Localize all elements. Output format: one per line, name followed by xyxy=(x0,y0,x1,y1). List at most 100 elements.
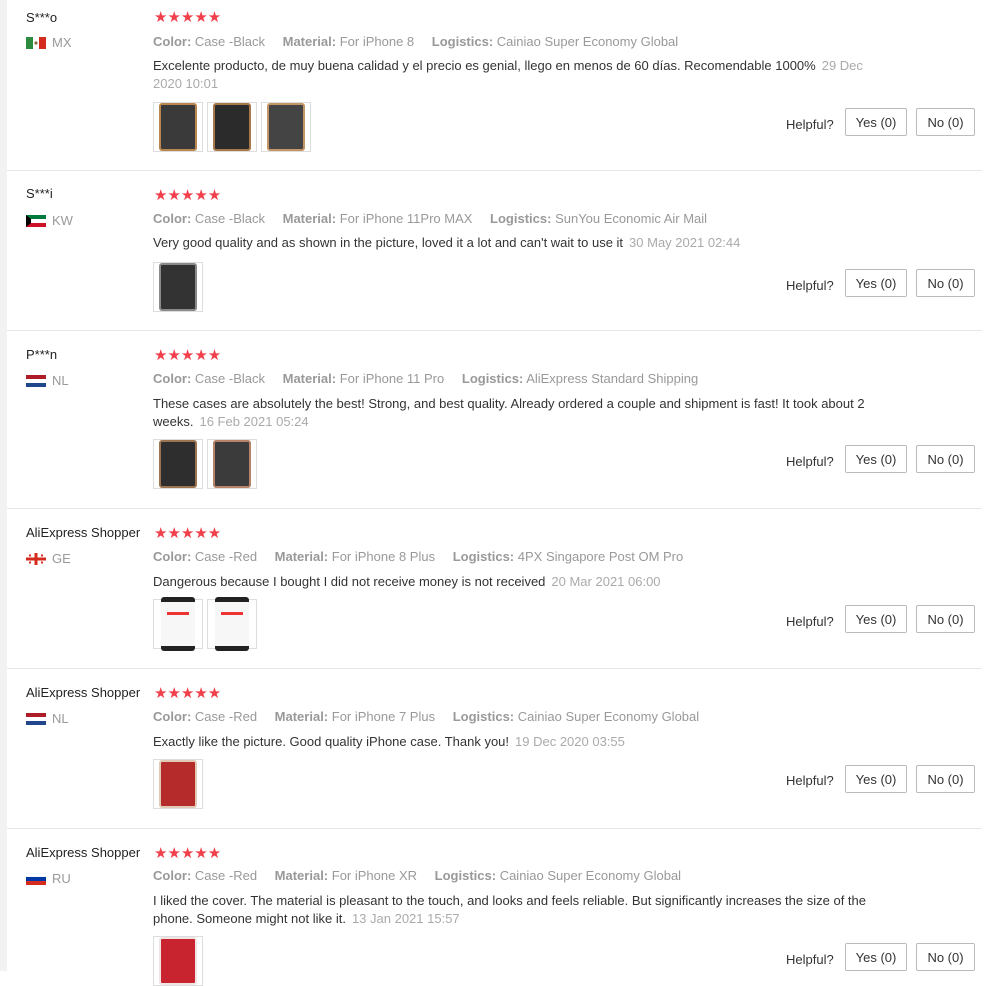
review-item: S***o MX ★★★★★ Color: Case -Black Materi… xyxy=(7,0,982,171)
review-photo[interactable] xyxy=(153,102,203,152)
georgia-flag-icon xyxy=(26,552,46,565)
color-value: Case -Black xyxy=(194,34,265,49)
helpful-label: Helpful? xyxy=(786,278,834,293)
color-value: Case -Red xyxy=(194,868,258,883)
country-code: KW xyxy=(52,213,73,228)
helpful-yes-button[interactable]: Yes (0) xyxy=(845,108,907,136)
helpful-yes-button[interactable]: Yes (0) xyxy=(845,445,907,473)
color-label: Color: xyxy=(153,549,192,564)
review-text: I liked the cover. The material is pleas… xyxy=(153,893,866,926)
material-value: For iPhone 11 Pro xyxy=(339,371,445,386)
review-date: 20 Mar 2021 06:00 xyxy=(551,574,661,589)
review-photo[interactable] xyxy=(153,759,203,809)
review-date: 30 May 2021 02:44 xyxy=(629,235,741,250)
review-photo[interactable] xyxy=(153,439,203,489)
review-text-block: Dangerous because I bought I did not rec… xyxy=(153,573,873,591)
color-label: Color: xyxy=(153,709,192,724)
helpful-yes-button[interactable]: Yes (0) xyxy=(845,765,907,793)
reviewer-country: NL xyxy=(26,373,69,388)
review-text-block: I liked the cover. The material is pleas… xyxy=(153,892,873,928)
review-photo[interactable] xyxy=(153,262,203,312)
review-text-block: Excelente producto, de muy buena calidad… xyxy=(153,57,873,93)
review-text-block: Exactly like the picture. Good quality i… xyxy=(153,733,873,751)
color-value: Case -Red xyxy=(194,709,258,724)
review-photo[interactable] xyxy=(261,102,311,152)
reviewer-country: KW xyxy=(26,213,73,228)
color-label: Color: xyxy=(153,371,192,386)
review-text: Excelente producto, de muy buena calidad… xyxy=(153,58,816,73)
helpful-yes-button[interactable]: Yes (0) xyxy=(845,269,907,297)
material-value: For iPhone 11Pro MAX xyxy=(339,211,473,226)
review-photos xyxy=(153,597,257,651)
review-photos xyxy=(153,439,257,489)
star-rating: ★★★★★ xyxy=(154,525,222,542)
review-date: 13 Jan 2021 15:57 xyxy=(351,911,460,926)
review-date: 19 Dec 2020 03:55 xyxy=(515,734,625,749)
review-text: Exactly like the picture. Good quality i… xyxy=(153,734,510,749)
netherlands-flag-icon xyxy=(26,712,46,725)
helpful-no-button[interactable]: No (0) xyxy=(916,605,975,633)
helpful-label: Helpful? xyxy=(786,773,834,788)
helpful-no-button[interactable]: No (0) xyxy=(916,269,975,297)
helpful-label: Helpful? xyxy=(786,952,834,967)
reviewer-name: S***i xyxy=(26,186,53,201)
helpful-no-button[interactable]: No (0) xyxy=(916,943,975,971)
color-label: Color: xyxy=(153,211,192,226)
logistics-label: Logistics: xyxy=(431,34,494,49)
logistics-value: AliExpress Standard Shipping xyxy=(526,371,699,386)
helpful-no-button[interactable]: No (0) xyxy=(916,445,975,473)
review-photos xyxy=(153,262,203,312)
material-label: Material: xyxy=(282,371,337,386)
helpful-label: Helpful? xyxy=(786,117,834,132)
review-date: 16 Feb 2021 05:24 xyxy=(199,414,309,429)
reviewer-name: AliExpress Shopper xyxy=(26,525,141,540)
review-photos xyxy=(153,759,203,809)
star-rating: ★★★★★ xyxy=(154,187,222,204)
review-text: Dangerous because I bought I did not rec… xyxy=(153,574,546,589)
left-edge xyxy=(0,0,7,971)
helpful-label: Helpful? xyxy=(786,614,834,629)
country-code: NL xyxy=(52,711,69,726)
review-photo[interactable] xyxy=(153,597,203,651)
material-label: Material: xyxy=(274,709,329,724)
country-code: RU xyxy=(52,871,71,886)
logistics-label: Logistics: xyxy=(452,549,515,564)
helpful-yes-button[interactable]: Yes (0) xyxy=(845,943,907,971)
material-value: For iPhone 8 xyxy=(339,34,415,49)
color-value: Case -Red xyxy=(194,549,258,564)
review-item: AliExpress Shopper RU ★★★★★ Color: Case … xyxy=(7,829,982,986)
helpful-no-button[interactable]: No (0) xyxy=(916,765,975,793)
reviewer-country: RU xyxy=(26,871,71,886)
review-photo[interactable] xyxy=(207,597,257,651)
material-value: For iPhone XR xyxy=(331,868,418,883)
star-rating: ★★★★★ xyxy=(154,9,222,26)
reviewer-name: P***n xyxy=(26,347,58,362)
reviewer-name: AliExpress Shopper xyxy=(26,845,141,860)
review-photo[interactable] xyxy=(207,102,257,152)
color-value: Case -Black xyxy=(194,371,265,386)
netherlands-flag-icon xyxy=(26,374,46,387)
reviewer-name: S***o xyxy=(26,10,58,25)
review-photo[interactable] xyxy=(153,936,203,986)
russia-flag-icon xyxy=(26,872,46,885)
mexico-flag-icon xyxy=(26,36,46,49)
helpful-no-button[interactable]: No (0) xyxy=(916,108,975,136)
product-meta: Color: Case -Black Material: For iPhone … xyxy=(153,211,721,226)
kuwait-flag-icon xyxy=(26,214,46,227)
review-photo[interactable] xyxy=(207,439,257,489)
star-rating: ★★★★★ xyxy=(154,685,222,702)
material-label: Material: xyxy=(282,34,337,49)
logistics-label: Logistics: xyxy=(490,211,552,226)
logistics-value: Cainiao Super Economy Global xyxy=(496,34,679,49)
helpful-yes-button[interactable]: Yes (0) xyxy=(845,605,907,633)
star-rating: ★★★★★ xyxy=(154,347,222,364)
review-text-block: These cases are absolutely the best! Str… xyxy=(153,395,873,431)
review-text: Very good quality and as shown in the pi… xyxy=(153,235,624,250)
review-item: AliExpress Shopper NL ★★★★★ Color: Case … xyxy=(7,669,982,829)
reviewer-country: NL xyxy=(26,711,69,726)
reviewer-country: GE xyxy=(26,551,71,566)
country-code: GE xyxy=(52,551,71,566)
review-photos xyxy=(153,102,311,152)
product-meta: Color: Case -Red Material: For iPhone XR… xyxy=(153,868,695,883)
color-label: Color: xyxy=(153,34,192,49)
